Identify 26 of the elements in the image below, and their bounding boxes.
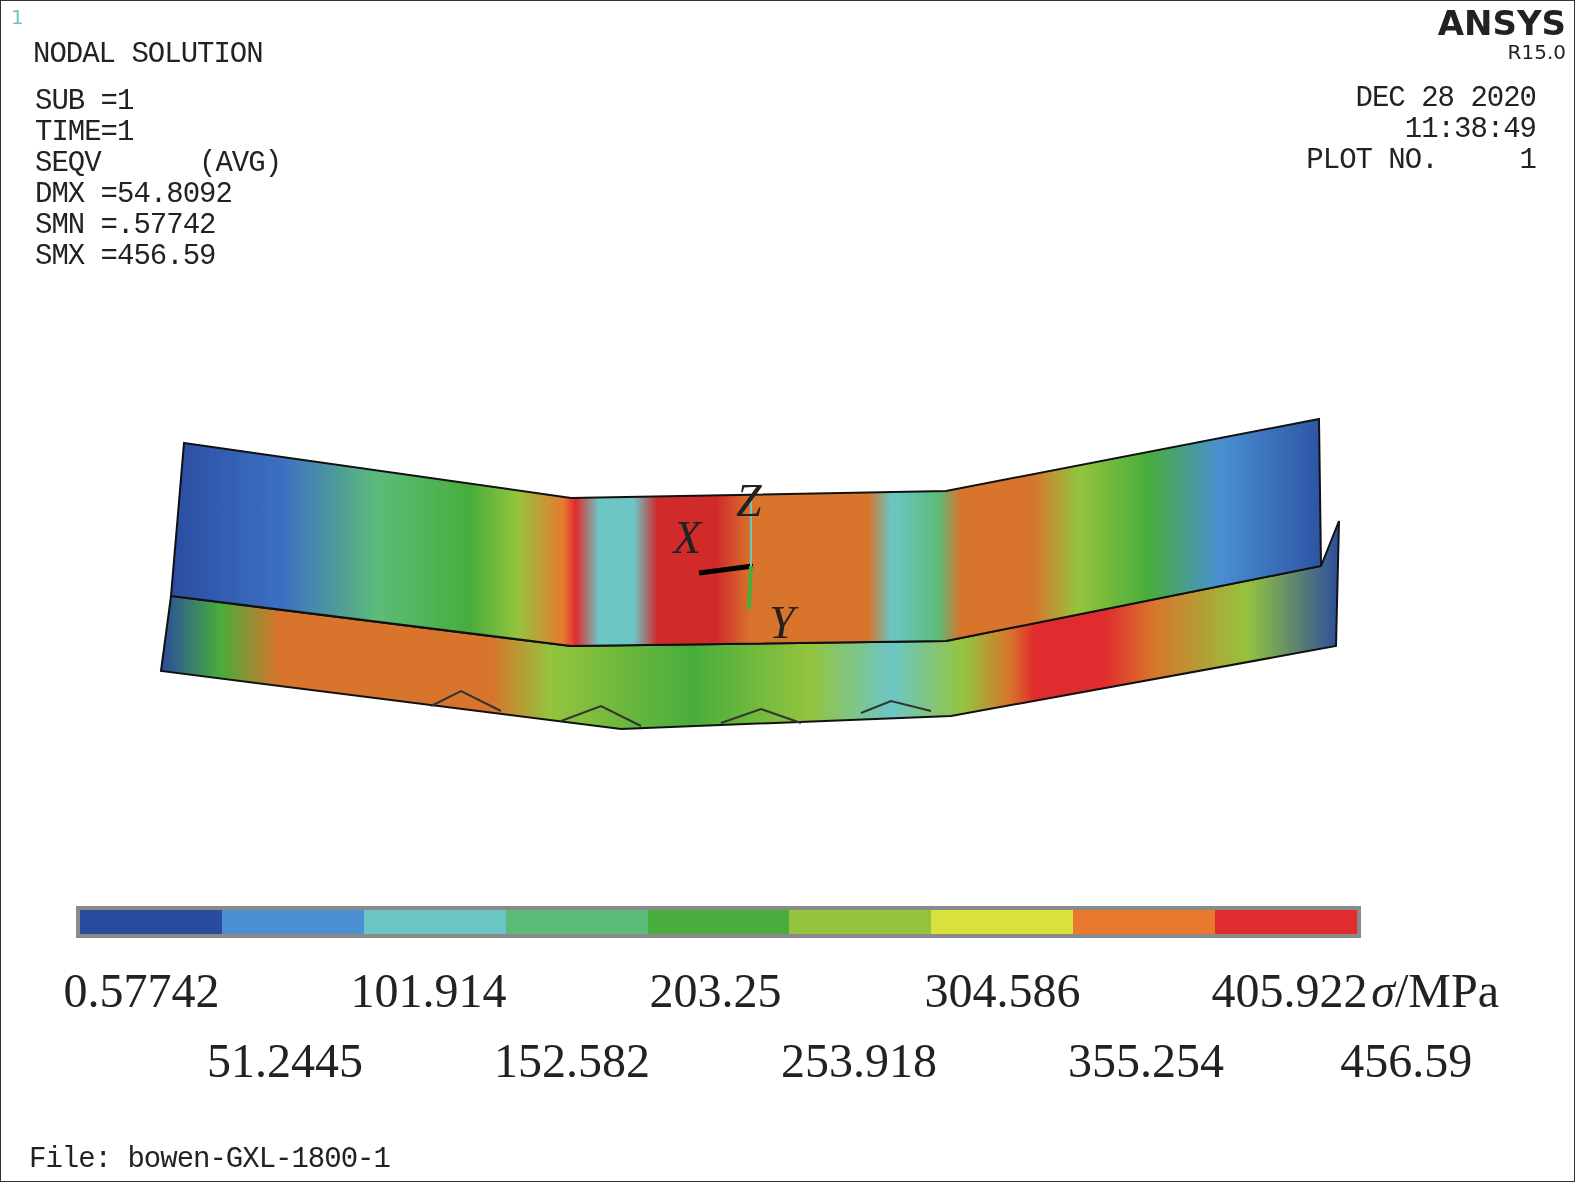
plot-info-line: 11:38:49 xyxy=(1404,114,1536,145)
window-number: 1 xyxy=(11,5,24,29)
scale-value: 456.59 xyxy=(1340,1033,1473,1089)
scale-value: 152.582 xyxy=(494,1033,650,1089)
plot-info-line: DEC 28 2020 xyxy=(1355,83,1536,114)
file-name: File: bowen-GXL-1800-1 xyxy=(29,1144,391,1175)
logo-text: ANSYS xyxy=(1437,5,1566,41)
version-label: R15.0 xyxy=(1507,41,1566,63)
info-line: SEQV (AVG) xyxy=(35,148,282,179)
scale-value: 304.586 xyxy=(924,963,1081,1019)
scale-value: 405.922 xyxy=(1211,963,1368,1019)
scale-value: 253.918 xyxy=(781,1033,937,1089)
axis-label: X xyxy=(673,512,702,563)
info-line: DMX =54.8092 xyxy=(35,179,232,210)
info-line: SMN =.57742 xyxy=(35,210,216,241)
info-line: SUB =1 xyxy=(35,86,134,117)
plot-info-line: PLOT NO. 1 xyxy=(1306,145,1536,176)
info-line: SMX =456.59 xyxy=(35,241,216,272)
scale-value: 355.254 xyxy=(1068,1033,1224,1089)
info-line: TIME=1 xyxy=(35,117,134,148)
plot-title: NODAL SOLUTION xyxy=(33,39,263,70)
unit-label: σ/MPa xyxy=(1371,963,1499,1019)
scale-value: 0.57742 xyxy=(63,963,220,1019)
scale-value: 51.2445 xyxy=(207,1033,363,1089)
scale-value: 203.25 xyxy=(649,963,782,1019)
scale-value: 101.914 xyxy=(350,963,507,1019)
